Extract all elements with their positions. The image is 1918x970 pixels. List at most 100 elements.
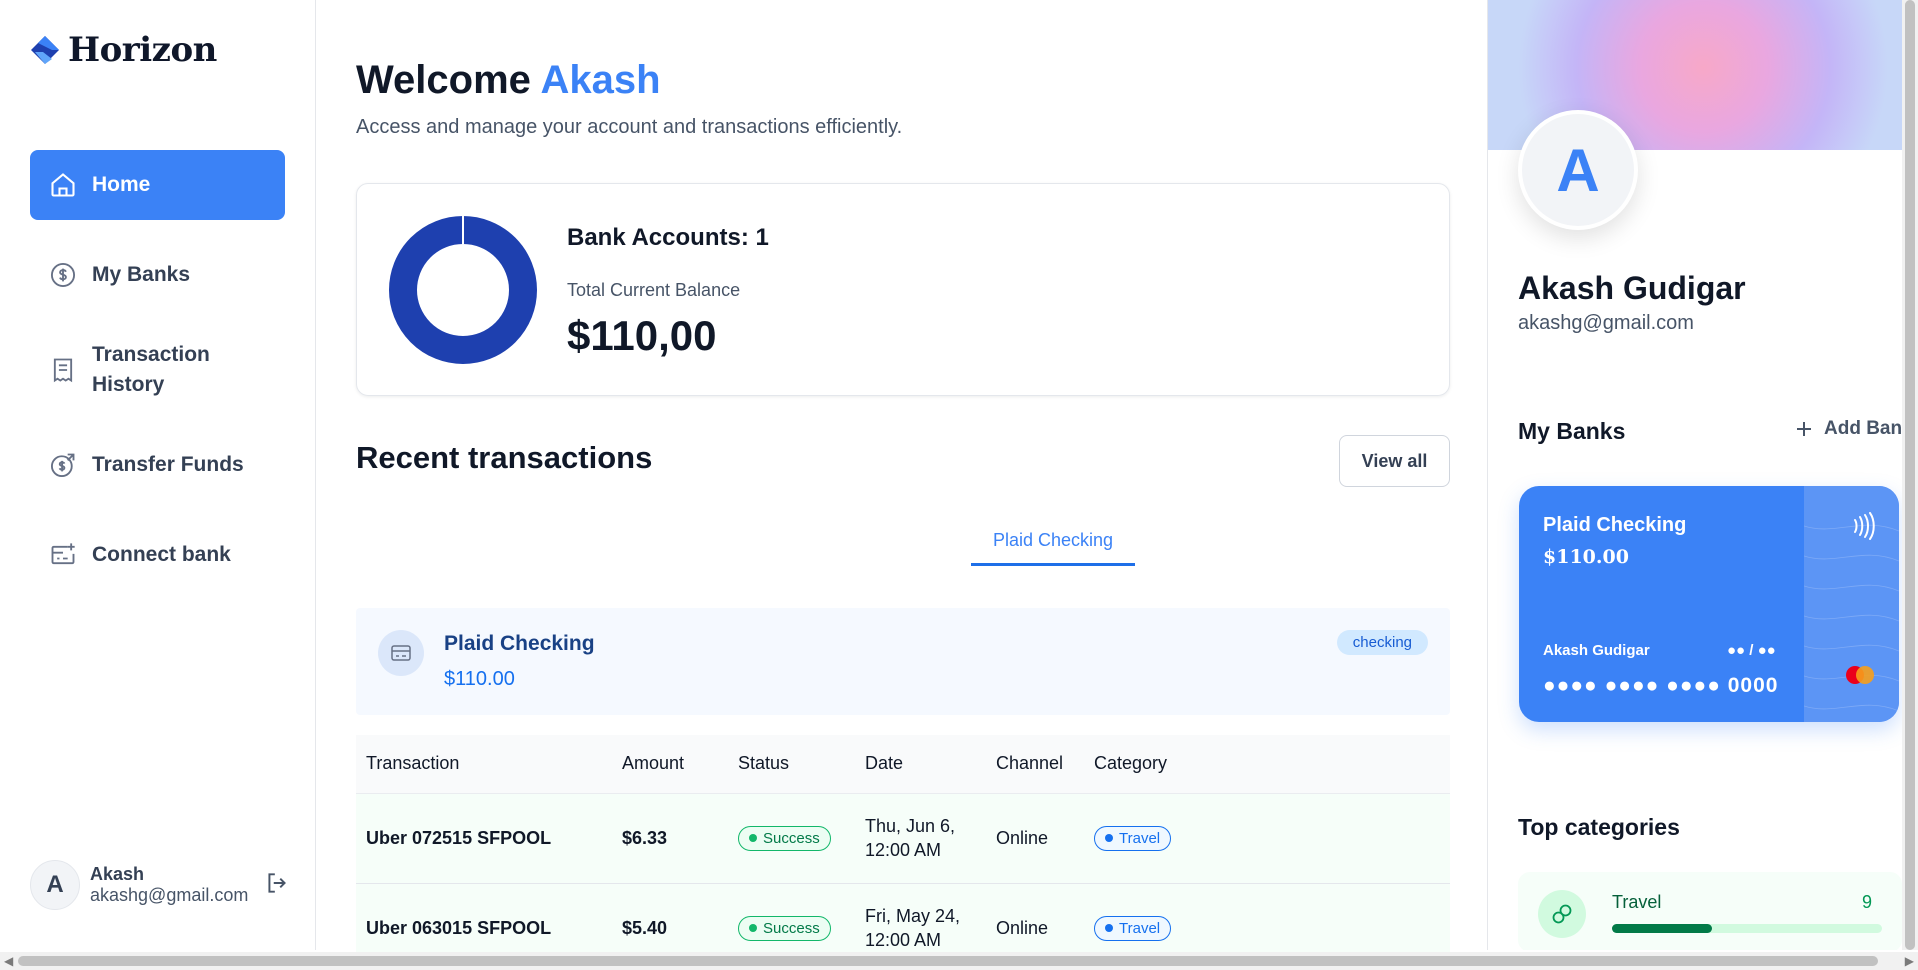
total-balance-label: Total Current Balance — [567, 280, 741, 300]
horizontal-scrollbar[interactable]: ◀ ▶ — [0, 952, 1918, 970]
transactions-table: Transaction Amount Status Date Channel C… — [356, 735, 1450, 970]
profile-initial: A — [1522, 114, 1634, 226]
money-send-icon — [48, 450, 78, 480]
column-header: Status — [728, 735, 855, 794]
status-badge: Success — [738, 915, 831, 941]
sidebar-item-transaction-history[interactable]: Transaction History — [30, 330, 285, 410]
mastercard-icon — [1846, 666, 1874, 684]
status-dot — [749, 834, 757, 842]
date-line: Fri, May 24, — [865, 906, 961, 926]
transaction-amount: $6.33 — [612, 793, 728, 884]
brand-name: Horizon — [68, 30, 217, 70]
card-bank-name: Plaid Checking — [1543, 514, 1687, 536]
view-all-button[interactable]: View all — [1339, 435, 1450, 487]
my-banks-title: My Banks — [1518, 418, 1626, 444]
category-dot — [1105, 834, 1113, 842]
status-badge: Success — [738, 825, 831, 851]
total-balance-card: Bank Accounts: 1 Total Current Balance $… — [356, 183, 1450, 396]
category-badge: Travel — [1094, 915, 1172, 941]
sidebar-item-label: My Banks — [92, 263, 191, 286]
sidebar-item-label: Transfer Funds — [92, 453, 244, 476]
transaction-name: Uber 072515 SFPOOL — [356, 793, 612, 884]
account-type-badge: checking — [1336, 630, 1428, 655]
sidebar-item-transfer-funds[interactable]: Transfer Funds — [30, 430, 285, 500]
top-categories-title: Top categories — [1518, 814, 1680, 840]
scrollbar-thumb[interactable] — [1905, 0, 1915, 950]
main-content: Welcome Akash Access and manage your acc… — [316, 0, 1488, 970]
scroll-left-icon[interactable]: ◀ — [4, 954, 13, 968]
contactless-icon — [1854, 512, 1875, 540]
card-expiry: ●● / ●● — [1727, 642, 1776, 659]
status-text: Success — [763, 919, 820, 937]
time-line: 12:00 AM — [865, 930, 942, 950]
horizon-logo-icon — [31, 36, 59, 64]
card-holder: Akash Gudigar — [1543, 642, 1650, 659]
page-title: Welcome Akash — [356, 58, 661, 103]
column-header: Amount — [612, 735, 728, 794]
category-cell: Travel — [1084, 793, 1450, 884]
profile-avatar[interactable]: A — [1518, 110, 1638, 230]
bank-info-card[interactable]: Plaid Checking $110.00 checking — [356, 608, 1450, 715]
sidebar-item-label: Connect bank — [92, 543, 231, 566]
sidebar: Horizon Home My Banks Transaction Histor… — [0, 0, 316, 950]
sidebar-item-home[interactable]: Home — [30, 150, 285, 220]
greeting-user: Akash — [540, 58, 661, 102]
add-bank-button[interactable]: Add Bank — [1794, 418, 1902, 440]
category-item[interactable]: Travel 9 — [1518, 872, 1902, 950]
receipt-icon — [48, 355, 78, 385]
category-name: Travel — [1612, 892, 1662, 912]
category-badge: Travel — [1094, 825, 1172, 851]
category-count: 9 — [1861, 892, 1872, 912]
category-progress-bar — [1612, 924, 1882, 933]
column-header: Date — [855, 735, 986, 794]
brand-logo[interactable]: Horizon — [30, 30, 217, 70]
avatar[interactable]: A — [30, 860, 80, 910]
sidebar-item-connect-bank[interactable]: Connect bank — [30, 520, 285, 590]
table-row[interactable]: Uber 072515 SFPOOL $6.33 Success Thu, Ju… — [356, 793, 1450, 884]
user-email: akashg@gmail.com — [90, 885, 249, 905]
add-bank-label: Add Bank — [1824, 418, 1902, 439]
total-balance-value: $110,00 — [567, 312, 717, 359]
sidebar-item-label: Transaction History — [92, 343, 210, 396]
balance-donut-chart — [389, 216, 537, 364]
page-subtitle: Access and manage your account and trans… — [356, 116, 903, 138]
link-icon — [1538, 890, 1586, 938]
recent-transactions-title: Recent transactions — [356, 440, 653, 475]
home-icon — [48, 170, 78, 200]
column-header: Channel — [986, 735, 1084, 794]
greeting-text: Welcome — [356, 58, 531, 102]
sidebar-item-my-banks[interactable]: My Banks — [30, 240, 285, 310]
status-dot — [749, 924, 757, 932]
tab-label: Plaid Checking — [971, 520, 1135, 566]
column-header: Category — [1084, 735, 1450, 794]
profile-name: Akash Gudigar — [1518, 270, 1746, 306]
card-balance: $110.00 — [1543, 546, 1629, 568]
logout-icon[interactable] — [264, 870, 290, 901]
bank-name: Plaid Checking — [444, 632, 595, 655]
status-cell: Success — [728, 793, 855, 884]
card-add-icon — [48, 540, 78, 570]
status-text: Success — [763, 829, 820, 847]
category-text: Travel — [1119, 829, 1161, 847]
profile-panel: A Akash Gudigar akashg@gmail.com My Bank… — [1488, 0, 1902, 950]
vertical-scrollbar[interactable] — [1902, 0, 1918, 950]
profile-email: akashg@gmail.com — [1518, 312, 1694, 334]
date-cell: Thu, Jun 6, 12:00 AM — [855, 793, 986, 884]
user-name: Akash — [90, 864, 145, 884]
bank-card[interactable]: Plaid Checking $110.00 Akash Gudigar ●● … — [1519, 486, 1899, 722]
time-line: 12:00 AM — [865, 840, 942, 860]
channel-cell: Online — [986, 793, 1084, 884]
column-header: Transaction — [356, 735, 612, 794]
category-dot — [1105, 924, 1113, 932]
bank-card-icon — [378, 630, 424, 676]
date-line: Thu, Jun 6, — [865, 816, 956, 836]
bank-accounts-count: Bank Accounts: 1 — [567, 224, 769, 251]
bank-balance: $110.00 — [444, 668, 515, 690]
scroll-right-icon[interactable]: ▶ — [1905, 954, 1914, 968]
card-number: ●●●● ●●●● ●●●● 0000 — [1543, 674, 1779, 697]
tab-plaid-checking[interactable]: Plaid Checking — [956, 520, 1150, 572]
sidebar-item-label: Home — [92, 173, 151, 196]
table-header-row: Transaction Amount Status Date Channel C… — [356, 735, 1450, 794]
scrollbar-thumb[interactable] — [18, 956, 1878, 966]
category-progress-fill — [1612, 924, 1712, 933]
